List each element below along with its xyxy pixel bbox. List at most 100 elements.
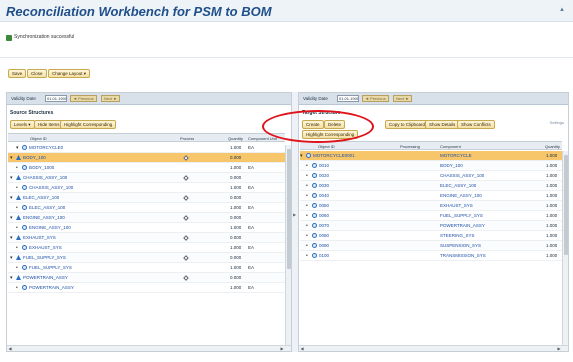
table-row[interactable]: • EXHAUST_SYS 1.000 EA bbox=[8, 243, 285, 253]
object-id-link[interactable]: EXHAUST_SYS bbox=[29, 245, 62, 250]
change-layout-button[interactable]: Change Layout ▾ bbox=[48, 69, 91, 78]
left-highlight-corresponding-button[interactable]: Highlight Corresponding bbox=[60, 120, 117, 129]
component-link[interactable]: STEERING_SYS bbox=[440, 233, 475, 238]
component-link[interactable]: BODY_100 bbox=[440, 163, 463, 168]
target-object-id-link[interactable]: 0020 bbox=[319, 173, 329, 178]
copy-to-clipboard-button[interactable]: Copy to Clipboard bbox=[385, 120, 430, 129]
target-object-id-link[interactable]: 0090 bbox=[319, 243, 329, 248]
component-link[interactable]: ELEC_ASSY_100 bbox=[440, 183, 476, 188]
menu-icon[interactable]: ▲ bbox=[559, 7, 567, 13]
component-link[interactable]: CHASSIS_ASSY_100 bbox=[440, 173, 484, 178]
left-previous-button[interactable]: ◄ Previous bbox=[70, 95, 97, 102]
table-row[interactable]: ▾ POWERTRAIN_ASSY 0.000 bbox=[8, 273, 285, 283]
table-row[interactable]: • 0020 CHASSIS_ASSY_100 1.000 bbox=[300, 171, 562, 181]
right-scroll-right-icon[interactable]: ▶ bbox=[556, 346, 562, 351]
process-icon[interactable] bbox=[183, 275, 189, 281]
close-button[interactable]: Close bbox=[27, 69, 47, 78]
process-icon[interactable] bbox=[183, 255, 189, 261]
component-link[interactable]: TRANSMISSION_SYS bbox=[440, 253, 486, 258]
component-link[interactable]: EXHAUST_SYS bbox=[440, 203, 473, 208]
process-icon[interactable] bbox=[183, 195, 189, 201]
table-row[interactable]: • 0050 EXHAUST_SYS 1.000 bbox=[300, 201, 562, 211]
expand-icon[interactable]: ▾ bbox=[10, 235, 15, 241]
table-row[interactable]: ▾ MOTORCYCLE0 1.000 EA bbox=[8, 143, 285, 153]
table-row[interactable]: • 0100 TRANSMISSION_SYS 1.000 bbox=[300, 251, 562, 261]
target-object-id-link[interactable]: 0030 bbox=[319, 183, 329, 188]
left-horizontal-scrollbar[interactable]: ◀ ▶ bbox=[7, 345, 291, 351]
object-id-link[interactable]: POWERTRAIN_ASSY bbox=[29, 285, 74, 290]
table-row[interactable]: • FUEL_SUPPLY_SYS 1.000 EA bbox=[8, 263, 285, 273]
table-row[interactable]: ▾ BODY_100 0.000 bbox=[8, 153, 285, 163]
target-object-id-link[interactable]: 0100 bbox=[319, 253, 329, 258]
target-object-id-link[interactable]: 0040 bbox=[319, 193, 329, 198]
expand-icon[interactable]: ▾ bbox=[10, 175, 15, 181]
col-object-id[interactable]: Object ID bbox=[30, 136, 47, 141]
component-link[interactable]: SUSPENSION_SYS bbox=[440, 243, 481, 248]
component-link[interactable]: ENGINE_ASSY_100 bbox=[440, 193, 482, 198]
table-row[interactable]: ▾ FUEL_SUPPLY_SYS 0.000 bbox=[8, 253, 285, 263]
component-link[interactable]: MOTORCYCLE bbox=[440, 153, 472, 158]
expand-icon[interactable]: ▾ bbox=[16, 145, 21, 151]
col-component[interactable]: Component bbox=[440, 144, 461, 149]
show-details-button[interactable]: Show Details bbox=[425, 120, 460, 129]
right-scroll-left-icon[interactable]: ◀ bbox=[299, 346, 305, 351]
target-object-id-link[interactable]: 0010 bbox=[319, 163, 329, 168]
object-id-link[interactable]: CHASSIS_ASSY_100 bbox=[23, 175, 67, 180]
target-object-id-link[interactable]: 0060 bbox=[319, 213, 329, 218]
object-id-link[interactable]: ELEC_ASSY_100 bbox=[29, 205, 65, 210]
expand-icon[interactable]: ▾ bbox=[10, 275, 15, 281]
left-scroll-thumb[interactable] bbox=[287, 149, 291, 269]
table-row[interactable]: • BODY_1000 1.000 EA bbox=[8, 163, 285, 173]
expand-icon[interactable]: ▾ bbox=[10, 255, 15, 261]
table-row[interactable]: • 0080 STEERING_SYS 1.000 bbox=[300, 231, 562, 241]
right-scroll-thumb[interactable] bbox=[564, 155, 568, 255]
left-next-button[interactable]: Next ► bbox=[101, 95, 121, 102]
expand-icon[interactable]: ▾ bbox=[10, 215, 15, 221]
col-target-object-id[interactable]: Object ID bbox=[318, 144, 335, 149]
object-id-link[interactable]: FUEL_SUPPLY_SYS bbox=[23, 255, 66, 260]
object-id-link[interactable]: BODY_100 bbox=[23, 155, 46, 160]
table-row[interactable]: • 0060 FUEL_SUPPLY_SYS 1.000 bbox=[300, 211, 562, 221]
object-id-link[interactable]: POWERTRAIN_ASSY bbox=[23, 275, 68, 280]
right-previous-button[interactable]: ◄ Previous bbox=[362, 95, 389, 102]
process-icon[interactable] bbox=[183, 155, 189, 161]
table-row[interactable]: • 0070 POWERTRAIN_ASSY 1.000 bbox=[300, 221, 562, 231]
table-row[interactable]: ▾ MOTORCYCLE0001 MOTORCYCLE 1.000 bbox=[300, 151, 562, 161]
table-row[interactable]: ▾ EXHAUST_SYS 0.000 bbox=[8, 233, 285, 243]
right-validity-input[interactable]: 01.01.1900 bbox=[337, 95, 359, 102]
scroll-right-icon[interactable]: ▶ bbox=[279, 346, 285, 351]
table-row[interactable]: ▾ ELEC_ASSY_100 0.000 bbox=[8, 193, 285, 203]
object-id-link[interactable]: FUEL_SUPPLY_SYS bbox=[29, 265, 72, 270]
col-target-quantity[interactable]: Quantity bbox=[545, 144, 560, 149]
table-row[interactable]: • 0030 ELEC_ASSY_100 1.000 bbox=[300, 181, 562, 191]
object-id-link[interactable]: ENGINE_ASSY_100 bbox=[29, 225, 71, 230]
show-conflicts-button[interactable]: Show Conflicts bbox=[457, 120, 495, 129]
object-id-link[interactable]: EXHAUST_SYS bbox=[23, 235, 56, 240]
table-row[interactable]: • CHASSIS_ASSY_100 1.000 EA bbox=[8, 183, 285, 193]
table-row[interactable]: ▾ CHASSIS_ASSY_100 0.000 bbox=[8, 173, 285, 183]
scroll-left-icon[interactable]: ◀ bbox=[7, 346, 13, 351]
object-id-link[interactable]: ELEC_ASSY_100 bbox=[23, 195, 59, 200]
table-row[interactable]: • 0010 BODY_100 1.000 bbox=[300, 161, 562, 171]
right-next-button[interactable]: Next ► bbox=[393, 95, 413, 102]
table-row[interactable]: • 0040 ENGINE_ASSY_100 1.000 bbox=[300, 191, 562, 201]
right-vertical-scrollbar[interactable] bbox=[562, 151, 568, 351]
splitter-handle-icon[interactable]: ▶ bbox=[293, 212, 297, 222]
component-link[interactable]: FUEL_SUPPLY_SYS bbox=[440, 213, 483, 218]
target-object-id-link[interactable]: 0080 bbox=[319, 233, 329, 238]
object-id-link[interactable]: ENGINE_ASSY_100 bbox=[23, 215, 65, 220]
table-row[interactable]: • 0090 SUSPENSION_SYS 1.000 bbox=[300, 241, 562, 251]
table-row[interactable]: • ENGINE_ASSY_100 1.000 EA bbox=[8, 223, 285, 233]
target-object-id-link[interactable]: MOTORCYCLE0001 bbox=[313, 153, 355, 158]
table-row[interactable]: • POWERTRAIN_ASSY 1.000 EA bbox=[8, 283, 285, 293]
object-id-link[interactable]: MOTORCYCLE0 bbox=[29, 145, 63, 150]
process-icon[interactable] bbox=[183, 235, 189, 241]
table-row[interactable]: • ELEC_ASSY_100 1.000 EA bbox=[8, 203, 285, 213]
col-processing[interactable]: Processing bbox=[400, 144, 420, 149]
save-button[interactable]: Save bbox=[8, 69, 27, 78]
col-quantity[interactable]: Quantity bbox=[228, 136, 243, 141]
col-process[interactable]: Process bbox=[180, 136, 194, 141]
left-validity-input[interactable]: 01.01.1900 bbox=[45, 95, 67, 102]
expand-icon[interactable]: ▾ bbox=[10, 195, 15, 201]
object-id-link[interactable]: BODY_1000 bbox=[29, 165, 54, 170]
